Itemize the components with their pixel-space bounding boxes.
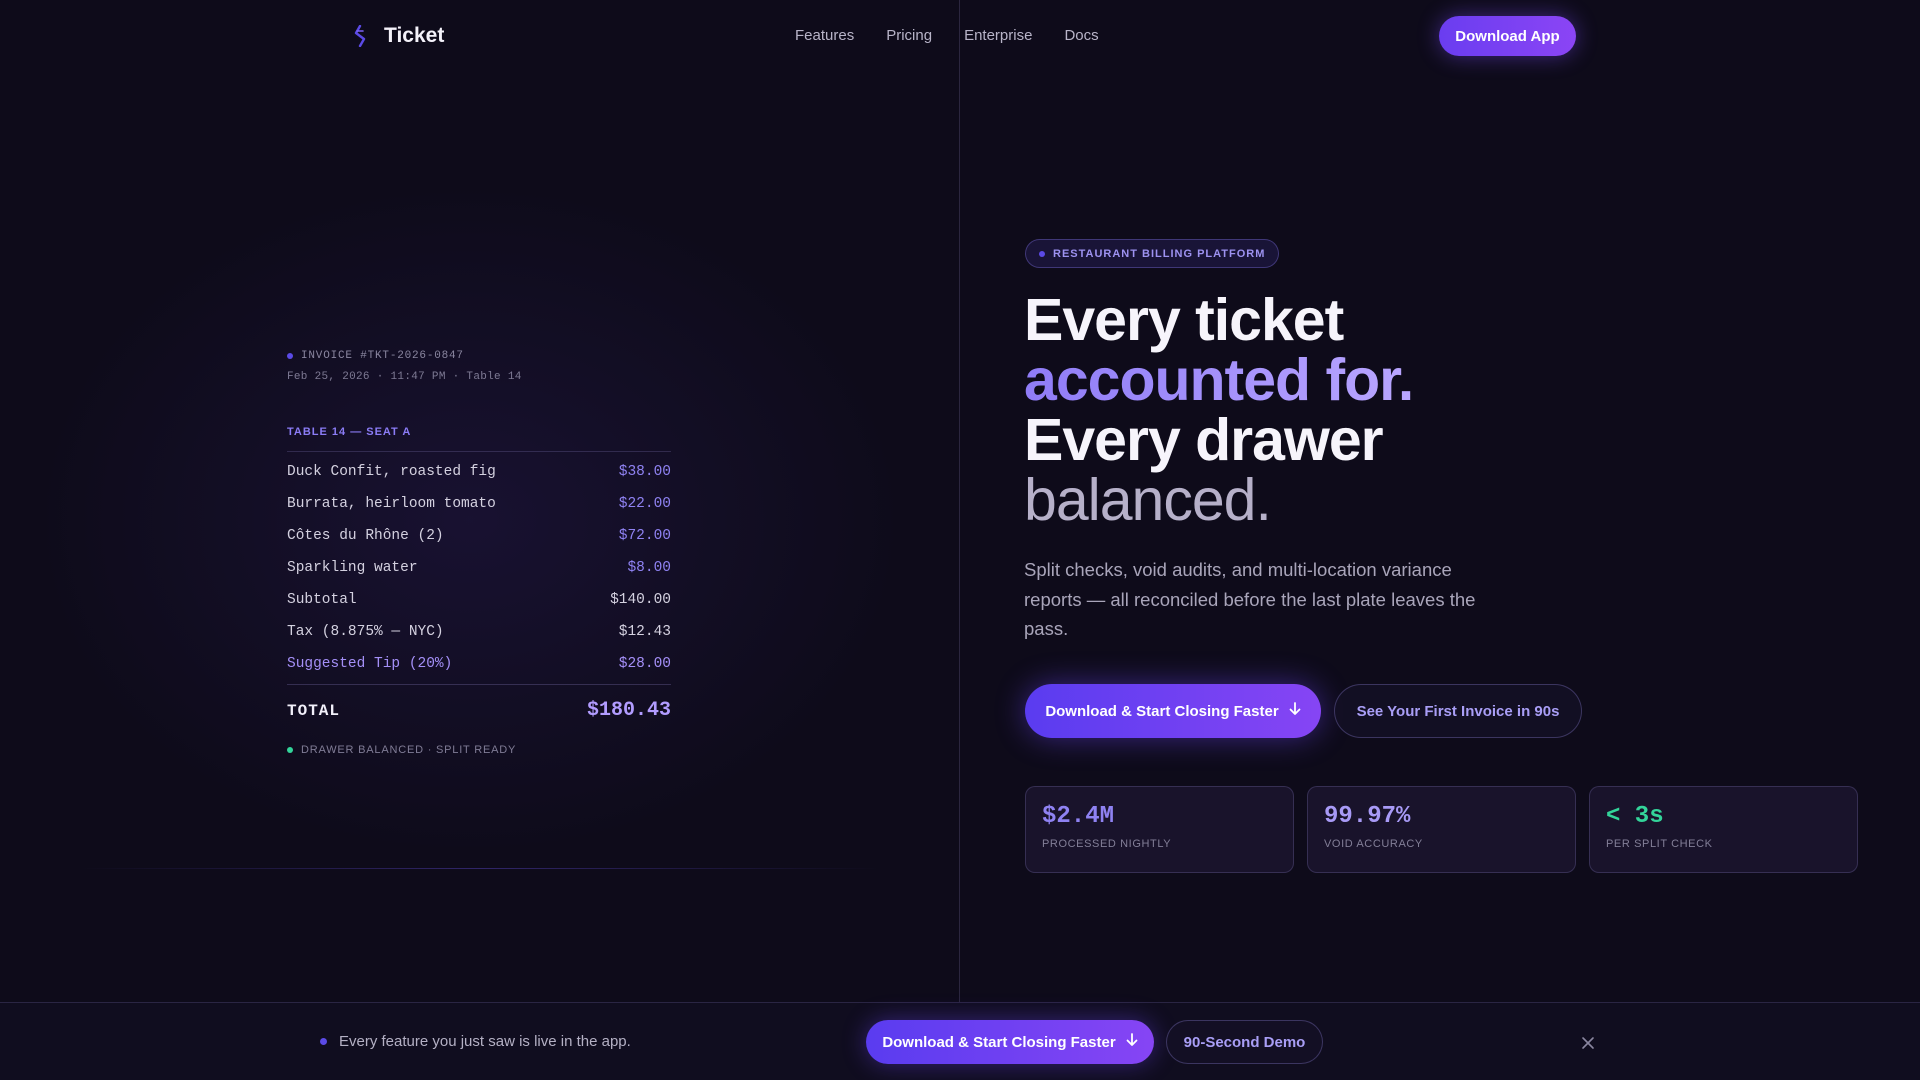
stats-row: $2.4M PROCESSED NIGHTLY 99.97% VOID ACCU… [1025, 786, 1858, 873]
tip-label: Suggested Tip (20%) [287, 656, 453, 672]
item-label: Duck Confit, roasted fig [287, 464, 496, 480]
headline-line-4: balanced. [1024, 467, 1272, 533]
stat-label: PER SPLIT CHECK [1606, 838, 1713, 850]
invoice-dot-icon [287, 353, 293, 359]
total-label: TOTAL [287, 701, 341, 720]
receipt-line-item: Sparkling water $8.00 [287, 552, 671, 584]
stat-value: $2.4M [1042, 803, 1115, 830]
receipt-line-item: Côtes du Rhône (2) $72.00 [287, 520, 671, 552]
headline-line-3: Every drawer [1024, 407, 1384, 473]
item-price: $22.00 [618, 496, 671, 512]
arrow-down-icon [1289, 702, 1301, 720]
bottom-bar-text: Every feature you just saw is live in th… [339, 1033, 631, 1050]
item-price: $72.00 [618, 528, 671, 544]
nav-link-pricing[interactable]: Pricing [886, 27, 932, 44]
total-price: $180.43 [586, 699, 671, 722]
item-label: Burrata, heirloom tomato [287, 496, 496, 512]
horizontal-divider [80, 868, 880, 869]
download-app-button[interactable]: Download App [1439, 16, 1576, 56]
logo[interactable]: Ticket [350, 22, 444, 50]
vertical-divider [959, 0, 960, 1002]
item-price: $8.00 [627, 560, 671, 576]
top-nav: Ticket Features Pricing Enterprise Docs … [0, 0, 1920, 72]
invoice-id: INVOICE #TKT-2026-0847 [301, 350, 464, 362]
nav-link-features[interactable]: Features [795, 27, 854, 44]
receipt-rows: Duck Confit, roasted fig $38.00 Burrata,… [287, 456, 671, 680]
bottom-download-button[interactable]: Download & Start Closing Faster [866, 1020, 1154, 1064]
nav-link-enterprise[interactable]: Enterprise [964, 27, 1032, 44]
headline-line-2: accounted for. [1024, 347, 1414, 413]
close-icon[interactable] [1578, 1033, 1598, 1053]
hero-subtext: Split checks, void audits, and multi-loc… [1024, 559, 1476, 639]
bottom-download-label: Download & Start Closing Faster [882, 1033, 1116, 1051]
category-badge: RESTAURANT BILLING PLATFORM [1025, 239, 1280, 268]
stat-card: 99.97% VOID ACCURACY [1307, 786, 1576, 873]
receipt-total: TOTAL $180.43 [287, 684, 671, 722]
item-price: $38.00 [618, 464, 671, 480]
ticket-logo-icon [350, 22, 370, 50]
stat-value: < 3s [1606, 803, 1664, 830]
badge-dot-icon [1039, 250, 1045, 257]
invoice-header: INVOICE #TKT-2026-0847 [287, 350, 671, 362]
sticky-bottom-bar: Every feature you just saw is live in th… [0, 1002, 1920, 1080]
badge-text: RESTAURANT BILLING PLATFORM [1053, 247, 1266, 260]
receipt-line-item: Burrata, heirloom tomato $22.00 [287, 488, 671, 520]
logo-text: Ticket [384, 24, 445, 47]
bottom-bar-message: Every feature you just saw is live in th… [320, 1033, 631, 1050]
stat-card: $2.4M PROCESSED NIGHTLY [1025, 786, 1294, 873]
nav-links: Features Pricing Enterprise Docs [795, 27, 1099, 44]
receipt-line-item: Duck Confit, roasted fig $38.00 [287, 456, 671, 488]
stat-value: 99.97% [1324, 803, 1411, 830]
item-label: Côtes du Rhône (2) [287, 528, 444, 544]
invoice-receipt: INVOICE #TKT-2026-0847 Feb 25, 2026 · 11… [287, 350, 671, 756]
tip-price: $28.00 [618, 656, 671, 672]
stat-label: VOID ACCURACY [1324, 838, 1423, 850]
item-label: Sparkling water [287, 560, 418, 576]
download-start-button[interactable]: Download & Start Closing Faster [1025, 684, 1321, 738]
arrow-down-icon [1126, 1033, 1138, 1051]
bottom-dot-icon [320, 1038, 327, 1045]
see-first-invoice-button[interactable]: See Your First Invoice in 90s [1334, 684, 1582, 738]
subtotal-price: $140.00 [610, 592, 671, 608]
stat-label: PROCESSED NIGHTLY [1042, 838, 1172, 850]
nav-link-docs[interactable]: Docs [1064, 27, 1098, 44]
status-text: DRAWER BALANCED · SPLIT READY [301, 744, 517, 756]
demo-button[interactable]: 90-Second Demo [1166, 1020, 1323, 1064]
receipt-section-title: TABLE 14 — SEAT A [287, 426, 671, 452]
stat-card: < 3s PER SPLIT CHECK [1589, 786, 1858, 873]
receipt-tax: Tax (8.875% — NYC) $12.43 [287, 616, 671, 648]
receipt-tip: Suggested Tip (20%) $28.00 [287, 648, 671, 680]
receipt-status: DRAWER BALANCED · SPLIT READY [287, 744, 671, 756]
tax-price: $12.43 [618, 624, 671, 640]
download-start-label: Download & Start Closing Faster [1045, 702, 1279, 720]
tax-label: Tax (8.875% — NYC) [287, 624, 444, 640]
status-dot-icon [287, 747, 293, 753]
hero-headline: Every ticket accounted for. Every drawer… [1024, 287, 1414, 533]
receipt-subtotal: Subtotal $140.00 [287, 584, 671, 616]
headline-line-1: Every ticket [1024, 287, 1344, 353]
invoice-date: Feb 25, 2026 · 11:47 PM · Table 14 [287, 371, 522, 383]
subtotal-label: Subtotal [287, 592, 357, 608]
